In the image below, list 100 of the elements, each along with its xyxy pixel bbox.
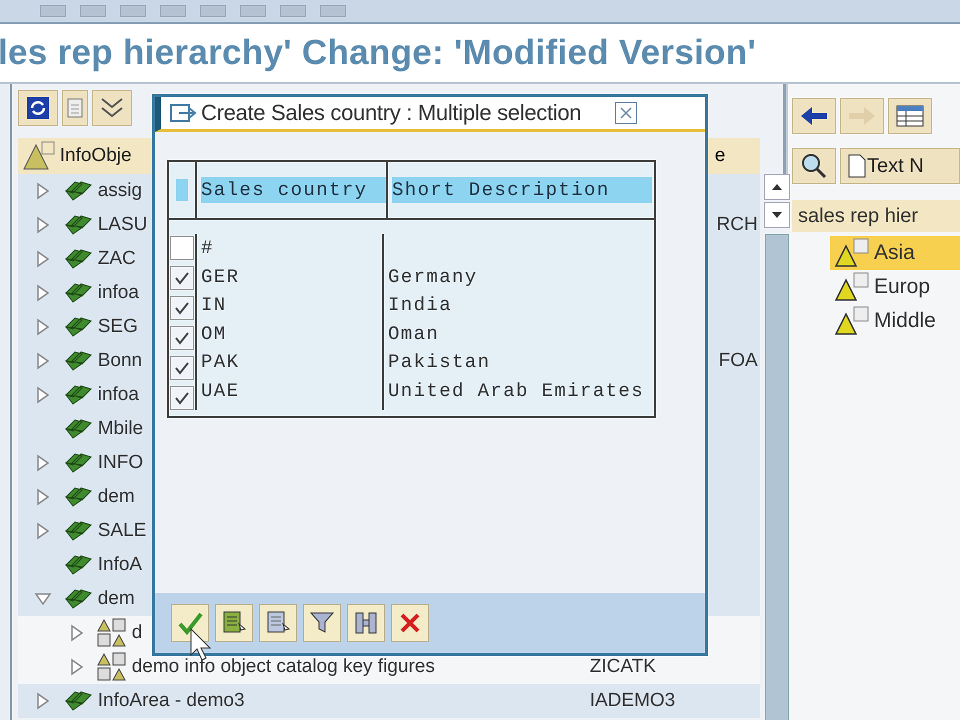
dialog-icon — [169, 102, 197, 124]
tree-item[interactable]: assig — [98, 180, 142, 202]
column-header[interactable]: Short Description — [392, 177, 652, 203]
expand-icon[interactable] — [36, 216, 50, 234]
scrollbar[interactable] — [764, 174, 790, 720]
filter-button[interactable] — [303, 604, 341, 642]
grid-triangle-icon — [834, 272, 870, 302]
screen-title: les rep hierarchy' Change: 'Modified Version' — [0, 33, 756, 73]
tree-item[interactable]: SALE — [98, 520, 146, 542]
expand-icon[interactable] — [70, 624, 84, 642]
down-arrow-icon — [770, 211, 783, 219]
table-cell-text: IN — [200, 293, 228, 318]
column-header[interactable]: Sales country — [201, 177, 386, 203]
checkbox[interactable] — [170, 266, 194, 290]
table-icon — [896, 105, 924, 127]
table-cell-text: United Arab Emirates — [387, 378, 646, 404]
document-icon — [847, 153, 867, 179]
checkbox[interactable] — [170, 236, 194, 260]
expand-icon[interactable] — [70, 658, 84, 676]
grid-triangle-icon — [834, 238, 870, 268]
checkbox[interactable] — [170, 296, 194, 320]
expand-icon[interactable] — [36, 182, 50, 200]
checkmark-icon — [174, 301, 190, 315]
checkmark-icon — [174, 271, 190, 285]
expand-icon[interactable] — [36, 386, 50, 404]
tree-item[interactable]: ZAC — [98, 248, 136, 270]
tree-item[interactable]: Mbile — [98, 418, 144, 440]
left-arrow-icon — [799, 105, 829, 127]
checkmark-icon — [174, 391, 190, 405]
tree-item[interactable]: InfoArea - demo3 — [98, 690, 245, 712]
table-cell-text: # — [200, 236, 215, 261]
document-icon — [66, 97, 83, 119]
expand-icon[interactable] — [36, 454, 50, 472]
scroll-up-button[interactable] — [764, 174, 790, 200]
tree-item[interactable]: LASU — [98, 214, 148, 236]
column-header[interactable]: e — [714, 145, 726, 167]
tree-item[interactable]: dem — [98, 486, 135, 508]
grid-triangle-icon — [834, 306, 870, 336]
table-cell-text: GER — [200, 264, 240, 290]
expand-icon[interactable] — [36, 488, 50, 506]
grid-triangle-icon — [22, 141, 56, 171]
tree-item[interactable]: INFO — [98, 452, 144, 474]
cross-icon — [398, 611, 422, 635]
checkbox[interactable] — [170, 326, 194, 350]
refresh-button[interactable] — [18, 90, 58, 126]
up-arrow-icon — [770, 183, 783, 191]
table-cell-text: Germany — [387, 264, 479, 290]
expand-icon[interactable] — [36, 250, 50, 268]
tree-item[interactable]: InfoA — [98, 554, 142, 576]
hierarchy-node[interactable]: Europ — [830, 270, 960, 304]
hierarchy-node[interactable]: Middle — [830, 304, 960, 338]
tree-item[interactable]: d — [132, 622, 142, 644]
table-cell-text: Oman — [387, 322, 440, 346]
checkbox[interactable] — [170, 356, 194, 380]
expand-icon[interactable] — [36, 352, 50, 370]
expand-icon[interactable] — [36, 522, 50, 540]
expand-icon[interactable] — [36, 284, 50, 302]
document-button[interactable] — [62, 90, 88, 126]
hierarchy-node[interactable]: Asia — [830, 236, 960, 270]
text-button[interactable]: Text N — [840, 148, 960, 184]
tree-item[interactable]: Bonn — [98, 350, 142, 372]
tree-item[interactable]: dem — [98, 588, 135, 610]
confirm-button[interactable] — [171, 604, 209, 642]
binoculars-icon — [353, 610, 379, 636]
tree-item[interactable]: demo info object catalog key figures — [132, 656, 435, 678]
checkmark-icon — [174, 361, 190, 375]
table-cell-text: UAE — [200, 378, 240, 404]
select-all-button[interactable] — [215, 604, 253, 642]
search-icon — [799, 151, 829, 181]
expand-icon[interactable] — [36, 692, 50, 710]
tree-item[interactable]: infoa — [98, 384, 139, 406]
grid-triangle-icon — [96, 618, 128, 648]
checkmark-icon — [177, 611, 203, 635]
expand-icon[interactable] — [36, 318, 50, 336]
close-button[interactable] — [615, 102, 638, 124]
table-cell-text: Pakistan — [387, 350, 492, 375]
close-icon — [620, 107, 632, 119]
tree-item[interactable]: SEG — [98, 316, 138, 338]
back-button[interactable] — [792, 98, 836, 134]
checkbox[interactable] — [170, 386, 194, 410]
table-cell: RCH — [716, 214, 758, 235]
find-button[interactable] — [347, 604, 385, 642]
deselect-all-button[interactable] — [259, 604, 297, 642]
table-cell-text: PAK — [200, 350, 240, 375]
checkmark-icon — [174, 331, 190, 345]
refresh-icon — [26, 96, 50, 120]
grid-triangle-icon — [96, 652, 128, 682]
double-chevron-icon — [98, 96, 125, 120]
tree-item[interactable]: infoa — [98, 282, 139, 304]
table-button[interactable] — [888, 98, 932, 134]
search-button[interactable] — [792, 148, 836, 184]
table-cell: ZICATK — [590, 656, 656, 677]
collapse-icon[interactable] — [34, 592, 52, 606]
cancel-button[interactable] — [391, 604, 429, 642]
table-cell-text: OM — [200, 322, 228, 346]
table-cell: IADEMO3 — [590, 690, 676, 711]
right-arrow-icon — [847, 105, 877, 127]
scroll-down-button[interactable] — [764, 202, 790, 228]
column-header[interactable]: sales rep hier — [792, 200, 960, 232]
collapse-button[interactable] — [92, 90, 132, 126]
